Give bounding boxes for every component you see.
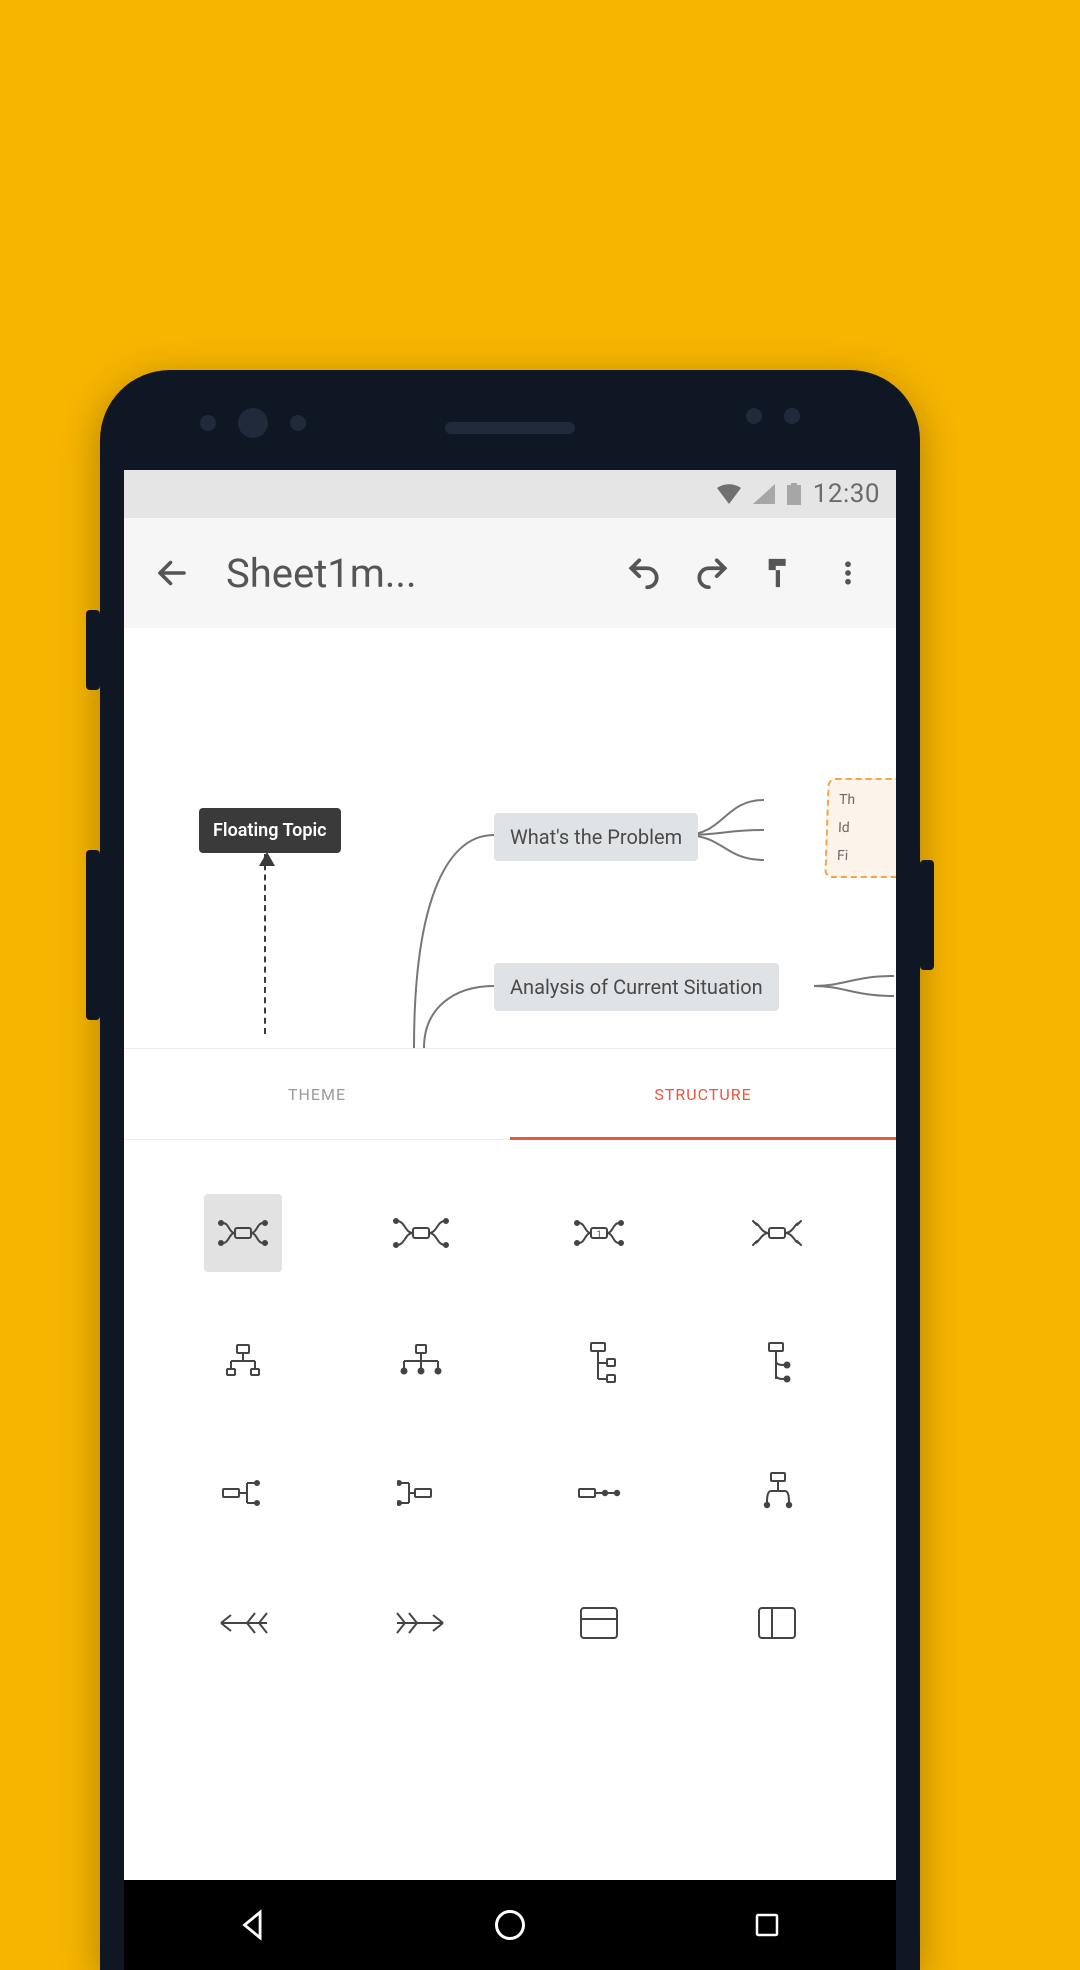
- floating-topic-node[interactable]: Floating Topic: [199, 808, 341, 853]
- structure-option-logic-right-2[interactable]: [332, 1428, 510, 1558]
- redo-button[interactable]: [682, 543, 742, 603]
- structure-option-map-clockwise[interactable]: [688, 1168, 866, 1298]
- structure-option-fishbone-right[interactable]: [332, 1558, 510, 1688]
- phone-sensors: [746, 408, 800, 424]
- structure-option-org-down-wide[interactable]: [332, 1298, 510, 1428]
- screen: 12:30 Sheet1m...: [124, 470, 896, 1970]
- structure-option-tree-right[interactable]: [688, 1428, 866, 1558]
- wifi-icon: [717, 484, 741, 504]
- overflow-menu-button[interactable]: [818, 543, 878, 603]
- nav-home-button[interactable]: [485, 1900, 535, 1950]
- structure-grid: 1: [124, 1140, 896, 1970]
- grouped-subtopics[interactable]: Th Id Fi: [824, 778, 896, 878]
- mindmap-canvas[interactable]: Floating Topic What's the Problem Analys…: [124, 628, 896, 1048]
- relationship-arrow: [264, 854, 266, 1034]
- structure-option-column[interactable]: [688, 1558, 866, 1688]
- clock-text: 12:30: [813, 479, 880, 509]
- structure-option-org-right[interactable]: [510, 1298, 688, 1428]
- subtopic-text: Fi: [837, 848, 849, 864]
- structure-option-org-right-2[interactable]: [688, 1298, 866, 1428]
- tab-structure[interactable]: STRUCTURE: [510, 1049, 896, 1139]
- cellular-icon: [753, 484, 775, 504]
- android-nav-bar: [124, 1880, 896, 1970]
- document-title[interactable]: Sheet1m...: [226, 550, 417, 597]
- status-bar: 12:30: [124, 470, 896, 518]
- nav-recent-button[interactable]: [742, 1900, 792, 1950]
- back-button[interactable]: [142, 543, 202, 603]
- panel-tabs: THEME STRUCTURE: [124, 1048, 896, 1140]
- phone-frame: 12:30 Sheet1m...: [100, 370, 920, 1970]
- topic-node[interactable]: Analysis of Current Situation: [494, 963, 779, 1011]
- structure-option-logic-right[interactable]: [154, 1428, 332, 1558]
- structure-option-logic-line[interactable]: [510, 1428, 688, 1558]
- undo-button[interactable]: [614, 543, 674, 603]
- topic-node[interactable]: What's the Problem: [494, 813, 698, 861]
- svg-text:1: 1: [596, 1230, 601, 1240]
- structure-option-map-right[interactable]: [332, 1168, 510, 1298]
- nav-back-button[interactable]: [228, 1900, 278, 1950]
- phone-side-button: [86, 850, 100, 1020]
- structure-option-fishbone-left[interactable]: [154, 1558, 332, 1688]
- structure-option-org-down[interactable]: [154, 1298, 332, 1428]
- structure-option-map-balanced[interactable]: [154, 1168, 332, 1298]
- tab-theme[interactable]: THEME: [124, 1049, 510, 1139]
- subtopic-text: Id: [838, 820, 850, 836]
- app-toolbar: Sheet1m...: [124, 518, 896, 628]
- subtopic-text: Th: [839, 792, 856, 808]
- structure-option-map-left[interactable]: 1: [510, 1168, 688, 1298]
- phone-side-button: [920, 860, 934, 970]
- format-button[interactable]: [750, 543, 810, 603]
- battery-icon: [787, 483, 801, 505]
- phone-side-button: [86, 610, 100, 690]
- structure-option-matrix[interactable]: [510, 1558, 688, 1688]
